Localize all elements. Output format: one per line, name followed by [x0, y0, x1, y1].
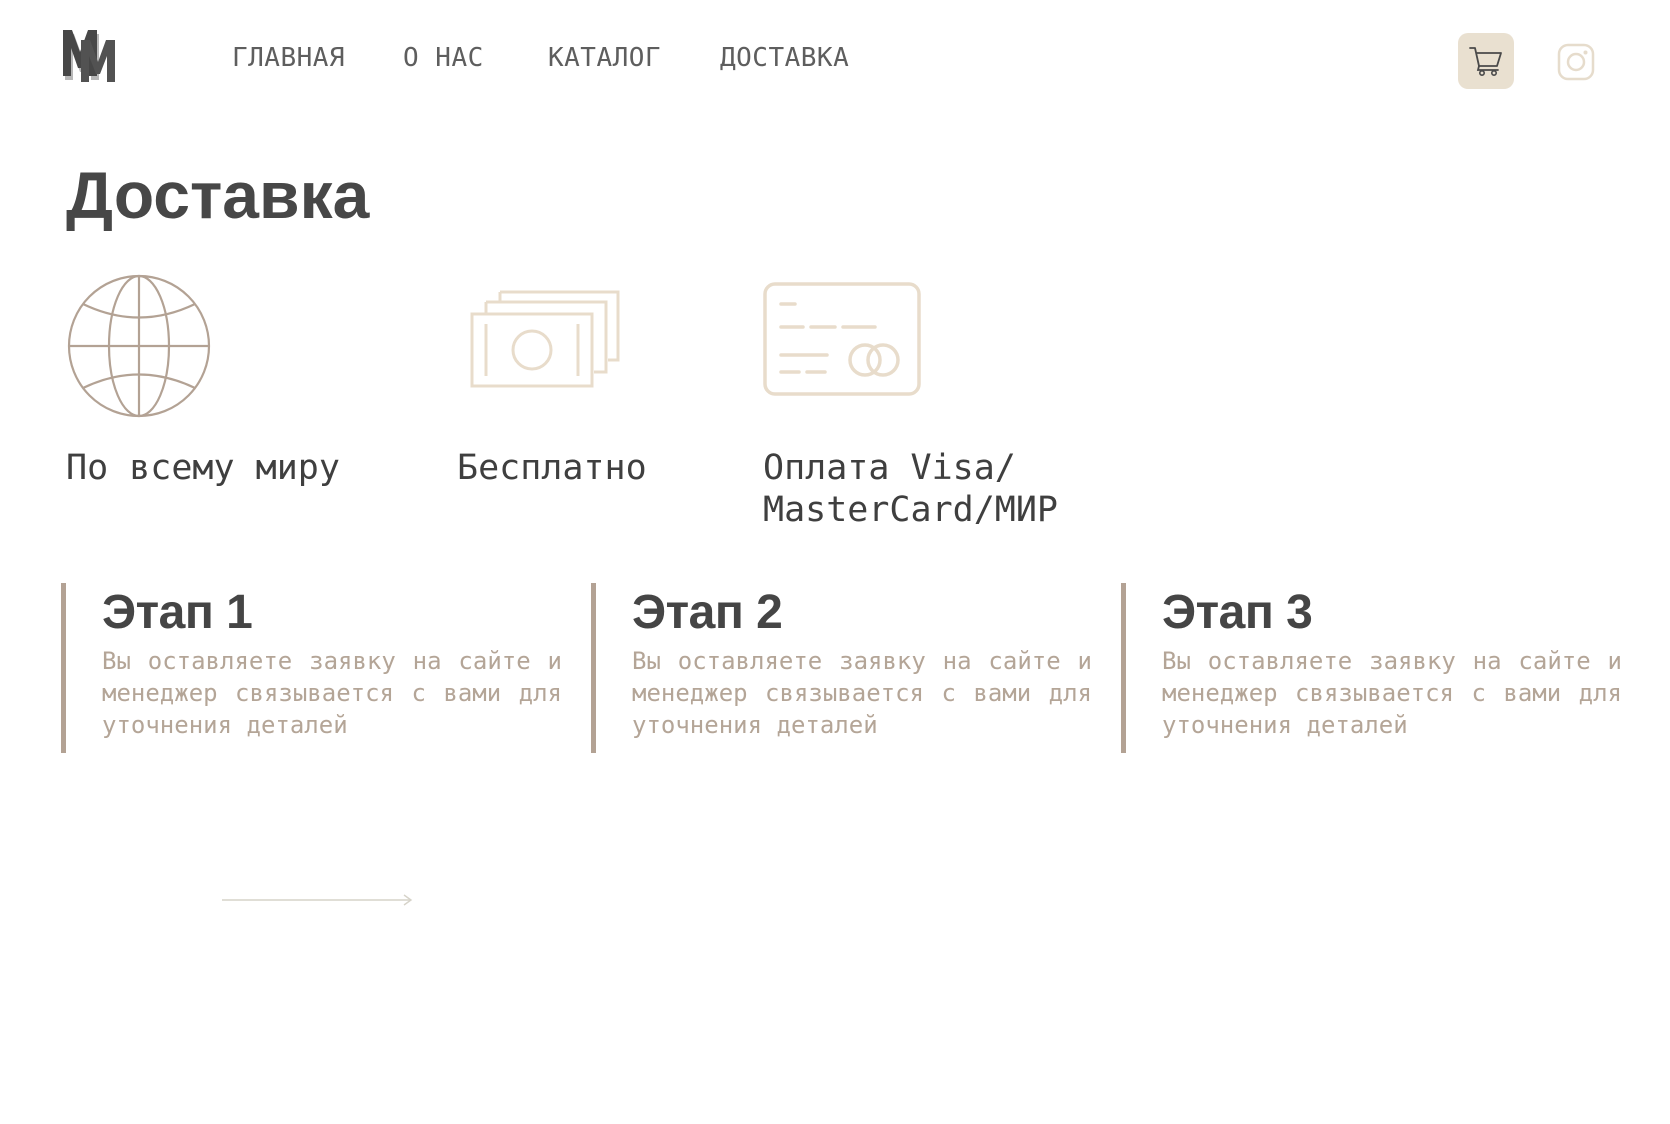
feature-label-worldwide: По всему миру — [66, 448, 340, 488]
stage-description: Вы оставляете заявку на сайте и менеджер… — [1162, 647, 1622, 739]
arrow-right-icon[interactable] — [222, 892, 414, 906]
instagram-icon — [1557, 43, 1595, 81]
stage-title: Этап 3 — [1162, 586, 1313, 639]
nav-item-home[interactable]: ГЛАВНАЯ — [232, 40, 345, 76]
globe-icon — [66, 273, 212, 423]
nav-item-about[interactable]: О НАС — [403, 40, 484, 76]
cart-button[interactable] — [1458, 33, 1514, 89]
credit-card-icon — [763, 282, 923, 402]
page-title: Доставка — [66, 158, 370, 232]
nav-item-catalog[interactable]: КАТАЛОГ — [548, 40, 661, 76]
mm-logo-icon — [63, 30, 115, 82]
banknotes-icon — [470, 290, 620, 394]
stage-card-1: Этап 1 Вы оставляете заявку на сайте и м… — [61, 583, 562, 753]
nav-item-delivery[interactable]: ДОСТАВКА — [720, 40, 849, 76]
stage-title: Этап 1 — [102, 586, 253, 639]
site-logo[interactable] — [61, 30, 121, 84]
instagram-link[interactable] — [1556, 42, 1596, 82]
feature-label-free: Бесплатно — [457, 448, 647, 488]
feature-label-payment: Оплата Visa/ MasterCard/МИР — [763, 448, 1059, 530]
stage-title: Этап 2 — [632, 586, 783, 639]
stage-card-2: Этап 2 Вы оставляете заявку на сайте и м… — [591, 583, 1092, 753]
stage-card-3: Этап 3 Вы оставляете заявку на сайте и м… — [1121, 583, 1622, 753]
stage-description: Вы оставляете заявку на сайте и менеджер… — [632, 647, 1092, 739]
cart-icon — [1469, 47, 1502, 76]
stage-description: Вы оставляете заявку на сайте и менеджер… — [102, 647, 562, 739]
